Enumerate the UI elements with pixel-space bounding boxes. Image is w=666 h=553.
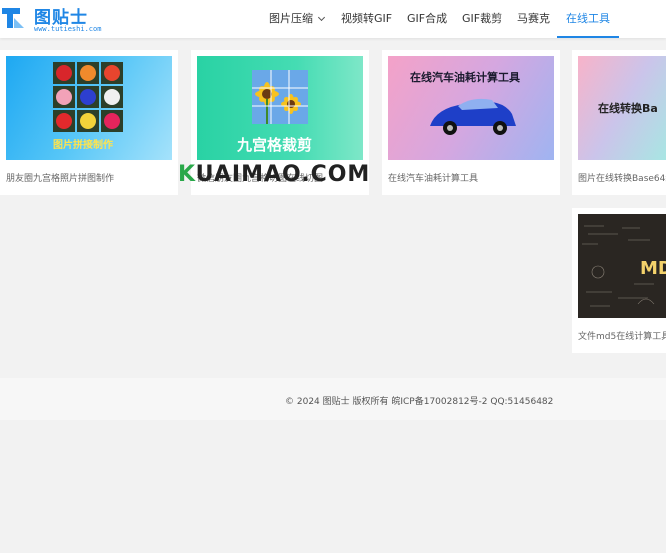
tool-card-grid-collage[interactable]: 图片拼接制作 朋友圈九宫格照片拼图制作 <box>0 50 178 195</box>
page-footer: © 2024 图贴士 版权所有 皖ICP备17002812号-2 QQ:5145… <box>0 378 666 420</box>
card-thumbnail: 图片拼接制作 <box>6 56 172 160</box>
car-icon <box>430 98 516 135</box>
watermark-rest: UAIMAO.COM <box>195 162 371 187</box>
tool-card-base64[interactable]: 在线转换Ba 图片在线转换Base64编码 <box>572 50 666 195</box>
thumb-text: MD <box>640 258 666 279</box>
site-logo[interactable]: 图贴士 www.tutieshi.com <box>0 2 115 34</box>
nav-item-image-compress[interactable]: 图片压缩 <box>269 0 326 38</box>
card-title: 图片在线转换Base64编码 <box>578 174 666 184</box>
card-title: 在线汽车油耗计算工具 <box>388 174 479 184</box>
card-title: 文件md5在线计算工具 <box>578 332 666 342</box>
logo-icon <box>2 8 24 28</box>
tool-card-fuel-calculator[interactable]: 在线汽车油耗计算工具 在线汽车油耗计算工具 <box>382 50 560 195</box>
thumb-text: 图片拼接制作 <box>53 140 113 151</box>
nav-item-video-to-gif[interactable]: 视频转GIF <box>341 0 392 38</box>
nav-item-gif-compose[interactable]: GIF合成 <box>407 0 447 38</box>
watermark-k: K <box>178 162 196 187</box>
top-header: 图贴士 www.tutieshi.com 图片压缩 视频转GIF GIF合成 G… <box>0 0 666 38</box>
card-thumbnail: 九宫格裁剪 <box>197 56 363 160</box>
card-thumbnail: MD <box>578 214 666 318</box>
nav-item-label: 马赛克 <box>517 12 550 25</box>
logo-url: www.tutieshi.com <box>34 25 102 33</box>
copyright-text: © 2024 图贴士 版权所有 皖ICP备17002812号-2 QQ:5145… <box>285 397 554 407</box>
watermark-logo: KUAIMAO.COM <box>178 162 370 187</box>
card-thumbnail: 在线转换Ba <box>578 56 666 160</box>
nav-item-gif-crop[interactable]: GIF裁剪 <box>462 0 502 38</box>
nav-item-label: 图片压缩 <box>269 12 313 25</box>
nav-item-label: 视频转GIF <box>341 12 393 25</box>
nav-item-label: GIF裁剪 <box>462 12 503 25</box>
card-title: 朋友圈九宫格照片拼图制作 <box>6 174 115 184</box>
card-thumbnail: 在线汽车油耗计算工具 <box>388 56 554 160</box>
nav-item-label: GIF合成 <box>407 12 448 25</box>
nav-item-label: 在线工具 <box>566 12 610 25</box>
tool-card-md5[interactable]: MD 文件md5在线计算工具 <box>572 208 666 353</box>
chevron-down-icon <box>317 13 326 22</box>
thumb-text: 九宫格裁剪 <box>237 136 313 154</box>
nav-item-mosaic[interactable]: 马赛克 <box>517 0 550 38</box>
nav-item-online-tools[interactable]: 在线工具 <box>557 0 619 38</box>
thumb-text: 在线转换Ba <box>598 102 658 115</box>
